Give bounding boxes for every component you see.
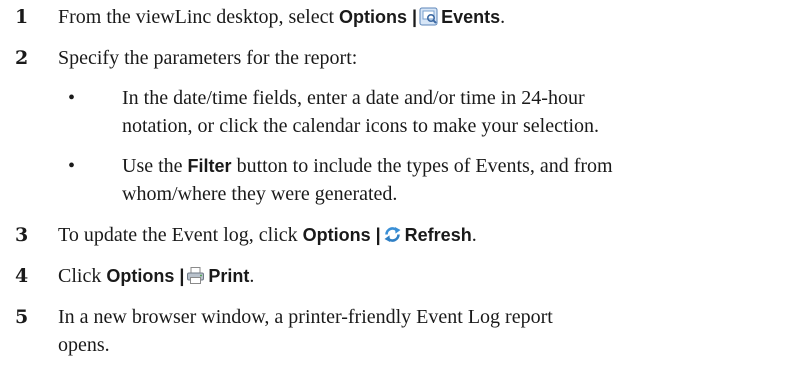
instruction-document: 1 From the viewLinc desktop, select Opti… <box>0 0 801 381</box>
ui-options-label: Options | <box>106 266 185 286</box>
step-number: 2 <box>15 47 29 69</box>
ui-filter-label: Filter <box>187 156 232 176</box>
bullet-text: In the date/time fields, enter a date an… <box>122 87 600 137</box>
step-number: 1 <box>15 6 29 28</box>
bullet-glyph: • <box>68 155 76 177</box>
events-icon <box>419 7 438 26</box>
ui-target-label: Events <box>441 7 501 27</box>
bullet-text: Use the Filter button to include the typ… <box>122 155 613 205</box>
print-icon <box>187 267 205 284</box>
step-text: From the viewLinc desktop, select Option… <box>58 6 506 28</box>
ui-options-label: Options | <box>339 7 418 27</box>
step-number: 3 <box>15 224 29 246</box>
step-text: To update the Event log, click Options |… <box>58 224 477 246</box>
refresh-icon <box>384 227 401 242</box>
step-number: 5 <box>15 306 29 328</box>
ui-options-label: Options | <box>302 225 381 245</box>
step-text: In a new browser window, a printer-frien… <box>58 306 553 356</box>
bullet-glyph: • <box>68 87 76 109</box>
step-text: Specify the parameters for the report: <box>58 47 358 69</box>
ui-target-label: Print <box>208 266 250 286</box>
step-number: 4 <box>15 265 29 287</box>
step-text: Click Options | Print. <box>58 265 255 287</box>
ui-target-label: Refresh <box>404 225 472 245</box>
